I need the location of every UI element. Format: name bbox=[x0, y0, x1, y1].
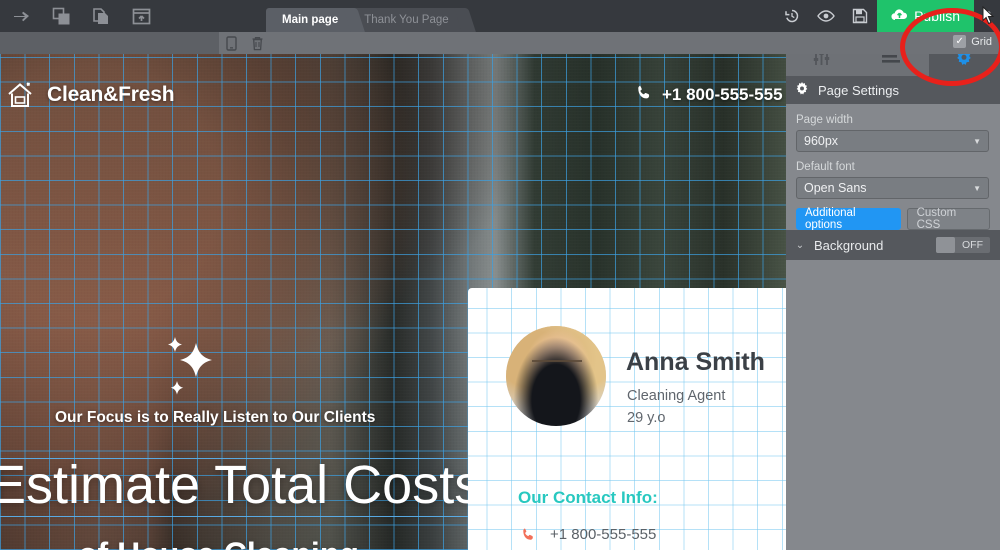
sparkle-decoration-icon bbox=[158, 337, 222, 408]
chevron-down-icon: ▼ bbox=[973, 183, 981, 193]
element-tools bbox=[222, 32, 264, 54]
toolbar-left-icon-group bbox=[0, 5, 152, 27]
delete-trash-icon[interactable] bbox=[251, 36, 264, 51]
tab-main-page-label: Main page bbox=[282, 14, 339, 26]
hero-subtitle[interactable]: Our Focus is to Really Listen to Our Cli… bbox=[55, 409, 375, 427]
contact-name: Anna Smith bbox=[626, 348, 765, 376]
contact-age: 29 y.o bbox=[627, 410, 666, 426]
site-logo[interactable]: Clean&Fresh bbox=[4, 78, 175, 112]
chevron-down-icon: ⌄ bbox=[795, 239, 805, 251]
default-font-value: Open Sans bbox=[804, 181, 867, 195]
publish-button-label: Publish bbox=[914, 8, 960, 24]
export-window-icon[interactable] bbox=[130, 5, 152, 27]
panel-header-title: Page Settings bbox=[818, 82, 899, 98]
pages-icon[interactable] bbox=[90, 5, 112, 27]
page-width-select[interactable]: 960px ▼ bbox=[796, 130, 989, 152]
panel-header: Page Settings bbox=[786, 76, 1000, 104]
chevron-down-icon: ▼ bbox=[973, 136, 981, 146]
hero-title[interactable]: Estimate Total Costs bbox=[0, 456, 481, 515]
grid-checkbox-label: Grid bbox=[971, 35, 992, 48]
page-canvas[interactable]: Clean&Fresh +1 800-555-555 Our Focus is … bbox=[0, 54, 786, 550]
hero-title-line2[interactable]: of House Cleaning bbox=[78, 536, 359, 550]
redo-arrow-icon[interactable] bbox=[10, 5, 32, 27]
tab-main-page[interactable]: Main page bbox=[266, 8, 355, 32]
default-font-label: Default font bbox=[796, 161, 855, 173]
background-accordion[interactable]: ⌄ Background OFF bbox=[786, 230, 1000, 260]
publish-button[interactable]: Publish bbox=[877, 0, 974, 32]
background-toggle[interactable]: OFF bbox=[936, 237, 990, 253]
additional-options-button[interactable]: Additional options bbox=[796, 207, 901, 231]
save-disk-icon[interactable] bbox=[843, 0, 877, 32]
background-accordion-title: Background bbox=[814, 237, 884, 253]
contact-info-header: Our Contact Info: bbox=[518, 488, 658, 507]
panel-button-row: Additional options Custom CSS bbox=[796, 207, 990, 231]
contact-row-phone[interactable]: +1 800-555-555 bbox=[520, 526, 656, 543]
history-undo-icon[interactable] bbox=[775, 0, 809, 32]
gear-icon bbox=[795, 81, 809, 99]
default-font-select[interactable]: Open Sans ▼ bbox=[796, 177, 989, 199]
mouse-cursor bbox=[982, 5, 995, 31]
tab-thank-you-page[interactable]: Thank You Page bbox=[348, 8, 465, 32]
settings-panel: ▶▶▶ Page Settings Page width 960px ▼ bbox=[786, 32, 1000, 550]
phone-icon bbox=[636, 84, 653, 106]
custom-css-button[interactable]: Custom CSS bbox=[906, 207, 990, 231]
site-header-phone[interactable]: +1 800-555-555 bbox=[636, 84, 783, 106]
house-clean-icon bbox=[4, 78, 38, 112]
phone-icon bbox=[520, 527, 536, 542]
tab-thank-you-page-label: Thank You Page bbox=[364, 14, 449, 26]
contact-role: Cleaning Agent bbox=[627, 388, 726, 404]
toolbar-right-group: Publish ? bbox=[775, 0, 1000, 32]
page-tabs: Main page Thank You Page bbox=[266, 8, 465, 32]
grid-checkbox-box: ✓ bbox=[953, 35, 967, 48]
toggle-label: OFF bbox=[962, 239, 983, 251]
site-logo-text: Clean&Fresh bbox=[47, 83, 175, 106]
avatar bbox=[506, 326, 606, 426]
page-width-value: 960px bbox=[804, 134, 839, 148]
contact-phone-text: +1 800-555-555 bbox=[550, 526, 657, 543]
cloud-upload-icon bbox=[891, 8, 908, 24]
avatar-photo bbox=[506, 326, 606, 426]
site-header-phone-text: +1 800-555-555 bbox=[662, 85, 783, 104]
preview-eye-icon[interactable] bbox=[809, 0, 843, 32]
avatar-glasses bbox=[532, 360, 582, 370]
duplicate-icon[interactable] bbox=[50, 5, 72, 27]
grid-checkbox[interactable]: ✓ Grid bbox=[953, 35, 992, 48]
panel-body: Page width 960px ▼ Default font Open San… bbox=[786, 104, 1000, 550]
ruler-segment bbox=[0, 32, 219, 54]
contact-card[interactable]: Anna Smith Cleaning Agent 29 y.o Our Con… bbox=[468, 288, 786, 550]
ruler-bar: ✓ Grid bbox=[0, 32, 1000, 54]
mobile-view-icon[interactable] bbox=[226, 35, 237, 51]
top-toolbar: Main page Thank You Page Publish ? bbox=[0, 0, 1000, 32]
page-width-label: Page width bbox=[796, 114, 853, 126]
toggle-knob bbox=[936, 237, 955, 253]
